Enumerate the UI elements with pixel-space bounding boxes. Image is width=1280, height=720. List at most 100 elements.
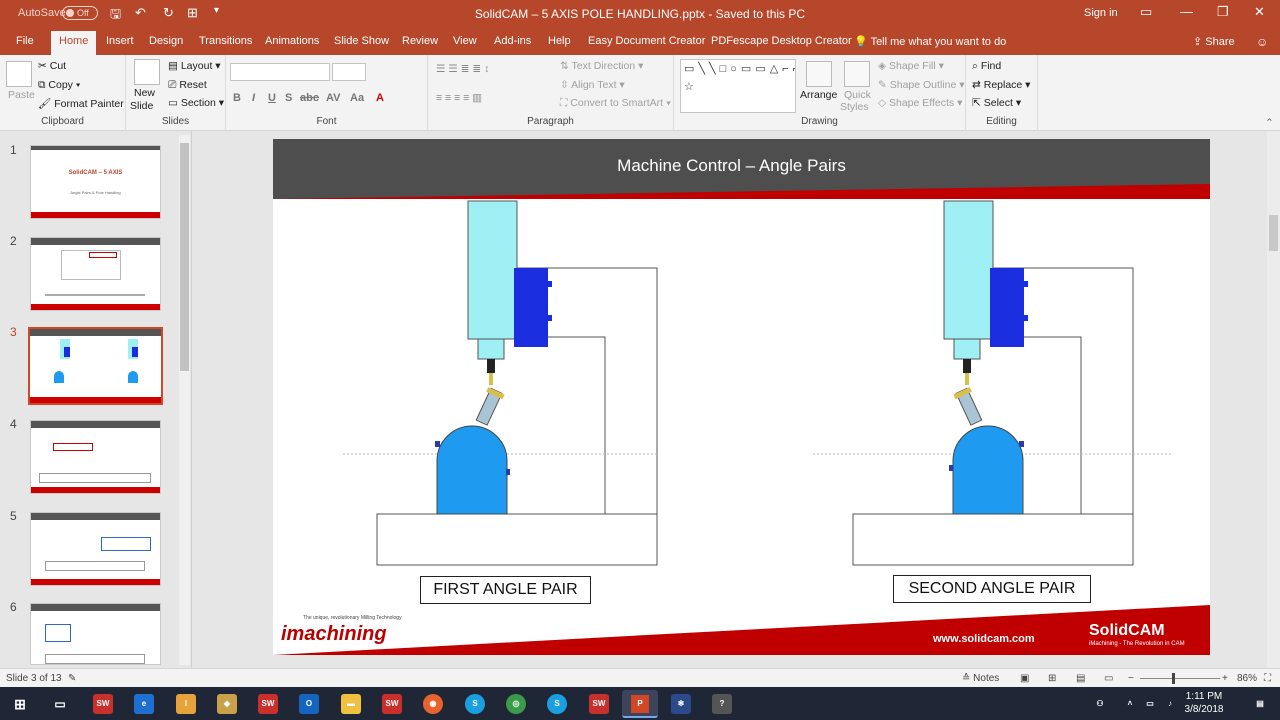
font-family-combo[interactable] (230, 63, 330, 81)
slide-sorter-icon[interactable]: ⊞ (1048, 673, 1056, 684)
solidworks-2016-icon[interactable]: SW (93, 694, 113, 714)
tab-design[interactable]: Design (149, 35, 183, 47)
smiley-icon[interactable]: ☺ (1256, 35, 1268, 49)
tab-slide-show[interactable]: Slide Show (334, 35, 389, 47)
minimize-icon[interactable]: — (1180, 4, 1193, 19)
zoom-level[interactable]: 86% (1237, 673, 1257, 684)
notes-button[interactable]: ≙ Notes (962, 673, 999, 684)
align-icons[interactable]: ≡ ≡ ≡ ≡ ▥ (436, 92, 482, 104)
slide-thumbnail-3[interactable] (28, 327, 163, 405)
convert-smartart-button[interactable]: ⛶ Convert to SmartArt ▾ (560, 97, 671, 110)
edge-icon[interactable]: e (134, 694, 154, 714)
thumbnail-scrollbar[interactable] (179, 135, 190, 665)
tab-add-ins[interactable]: Add-ins (494, 35, 531, 47)
notifications-icon[interactable]: ▤ (1250, 694, 1270, 714)
arrange-button[interactable]: Arrange (800, 89, 837, 101)
text-direction-button[interactable]: ⇅ Text Direction ▾ (560, 60, 643, 72)
font-size-combo[interactable] (332, 63, 366, 81)
second-angle-pair-label[interactable]: SECOND ANGLE PAIR (893, 575, 1091, 603)
reading-view-icon[interactable]: ▤ (1076, 673, 1085, 684)
app-icon[interactable]: I (176, 694, 196, 714)
shape-effects-button[interactable]: ◇ Shape Effects ▾ (878, 97, 962, 109)
slideshow-view-icon[interactable]: ▭ (1104, 673, 1113, 684)
maximize-icon[interactable]: ❐ (1217, 4, 1229, 20)
thumbnail-scrollbar-thumb[interactable] (180, 143, 189, 371)
solidworks-2017-icon[interactable]: SW (589, 694, 609, 714)
tab-view[interactable]: View (453, 35, 477, 47)
tab-transitions[interactable]: Transitions (199, 35, 252, 47)
tab-review[interactable]: Review (402, 35, 438, 47)
task-view-icon[interactable]: ▭ (50, 694, 70, 714)
skype-icon[interactable]: S (465, 694, 485, 714)
zoom-slider-thumb[interactable] (1172, 673, 1175, 684)
align-text-button[interactable]: ⇳ Align Text ▾ (560, 79, 625, 91)
file-explorer-icon[interactable]: ▬ (341, 694, 361, 714)
font-color-button[interactable]: A (376, 92, 384, 104)
taskbar-clock[interactable]: 1:11 PM 3/8/2018 (1174, 690, 1234, 716)
firefox-icon[interactable]: ◉ (423, 694, 443, 714)
app-icon[interactable]: ❄ (671, 694, 691, 714)
tab-pdfescape[interactable]: PDFescape Desktop Creator (711, 35, 852, 47)
section-button[interactable]: ▭ Section ▾ (168, 97, 224, 109)
paste-icon[interactable] (6, 61, 32, 87)
select-button[interactable]: ⇱ Select ▾ (972, 97, 1021, 109)
tab-insert[interactable]: Insert (106, 35, 134, 47)
sign-in-link[interactable]: Sign in (1084, 7, 1118, 19)
app-icon[interactable]: ? (712, 694, 732, 714)
format-painter-button[interactable]: 🖌 Format Painter (38, 97, 124, 110)
slide-thumbnail-1[interactable]: SolidCAM – 5 AXIS Angle Pairs & Pole Han… (30, 145, 161, 219)
collapse-ribbon-icon[interactable]: ⌃ (1265, 117, 1274, 129)
quick-styles-button[interactable]: Quick (844, 89, 871, 101)
arrange-icon[interactable] (806, 61, 832, 87)
italic-button[interactable]: I (252, 92, 255, 104)
new-slide-icon[interactable] (134, 59, 160, 85)
paste-button[interactable]: Paste (8, 89, 35, 101)
cut-button[interactable]: ✂ Cut (38, 60, 66, 72)
shapes-gallery[interactable]: ▭╲╲□○▭▭△⌐⌐⇨⇩◇◟◟⌒{}☆ (680, 59, 796, 113)
zoom-in-icon[interactable]: + (1222, 673, 1228, 684)
slide-thumbnail-4[interactable] (30, 420, 161, 494)
layout-button[interactable]: ▤ Layout ▾ (168, 60, 221, 72)
tab-home[interactable]: Home (51, 31, 97, 55)
fit-slide-icon[interactable]: ⛶ (1264, 673, 1271, 684)
quick-styles-icon[interactable] (844, 61, 870, 87)
shape-fill-button[interactable]: ◈ Shape Fill ▾ (878, 60, 944, 72)
normal-view-icon[interactable]: ▣ (1020, 673, 1029, 684)
powerpoint-icon[interactable]: P (622, 690, 658, 718)
find-button[interactable]: ⌕ Find (972, 60, 1001, 73)
outlook-icon[interactable]: O (299, 694, 319, 714)
first-angle-pair-label[interactable]: FIRST ANGLE PAIR (420, 576, 591, 604)
windows-start-icon[interactable]: ⊞ (10, 694, 30, 714)
strikethrough-button[interactable]: abc (300, 92, 319, 104)
slide-scrollbar-thumb[interactable] (1269, 215, 1278, 251)
tab-help[interactable]: Help (548, 35, 571, 47)
slide-thumbnail-6[interactable] (30, 603, 161, 665)
solidworks-2018-icon[interactable]: SW (382, 694, 402, 714)
slide-scrollbar[interactable] (1267, 131, 1280, 668)
bullets-icon[interactable]: ☰ ☰ ≣ ≣ ↕ (436, 63, 489, 75)
spellcheck-icon[interactable]: ✎ (68, 673, 76, 684)
quick-styles-dropdown[interactable]: Styles (840, 101, 869, 113)
new-slide-button[interactable]: New (134, 87, 155, 99)
replace-button[interactable]: ⇄ Replace ▾ (972, 79, 1030, 91)
tab-file[interactable]: File (16, 35, 34, 47)
bold-button[interactable]: B (233, 92, 241, 104)
close-icon[interactable]: ✕ (1254, 4, 1265, 20)
tell-me-search[interactable]: 💡 Tell me what you want to do (854, 35, 1006, 48)
people-icon[interactable]: ⚇ (1090, 694, 1110, 714)
slide-canvas[interactable]: Machine Control – Angle Pairs FIRST ANGL… (273, 139, 1210, 655)
chrome-icon[interactable]: ◎ (506, 694, 526, 714)
app-icon[interactable]: ◆ (217, 694, 237, 714)
slide-thumbnail-2[interactable] (30, 237, 161, 311)
tab-animations[interactable]: Animations (265, 35, 319, 47)
slide-thumbnail-5[interactable] (30, 512, 161, 586)
reset-button[interactable]: ⎚ Reset (168, 79, 207, 92)
new-slide-dropdown[interactable]: Slide (130, 100, 153, 112)
slide-title[interactable]: Machine Control – Angle Pairs (273, 156, 1190, 176)
zoom-slider[interactable] (1140, 678, 1220, 679)
ribbon-display-icon[interactable]: ▭ (1140, 4, 1152, 20)
machine-diagrams[interactable] (273, 199, 1210, 609)
copy-button[interactable]: ⧉ Copy ▾ (38, 79, 80, 92)
underline-button[interactable]: U (268, 92, 276, 104)
share-button[interactable]: ⇪ Share (1193, 35, 1235, 48)
